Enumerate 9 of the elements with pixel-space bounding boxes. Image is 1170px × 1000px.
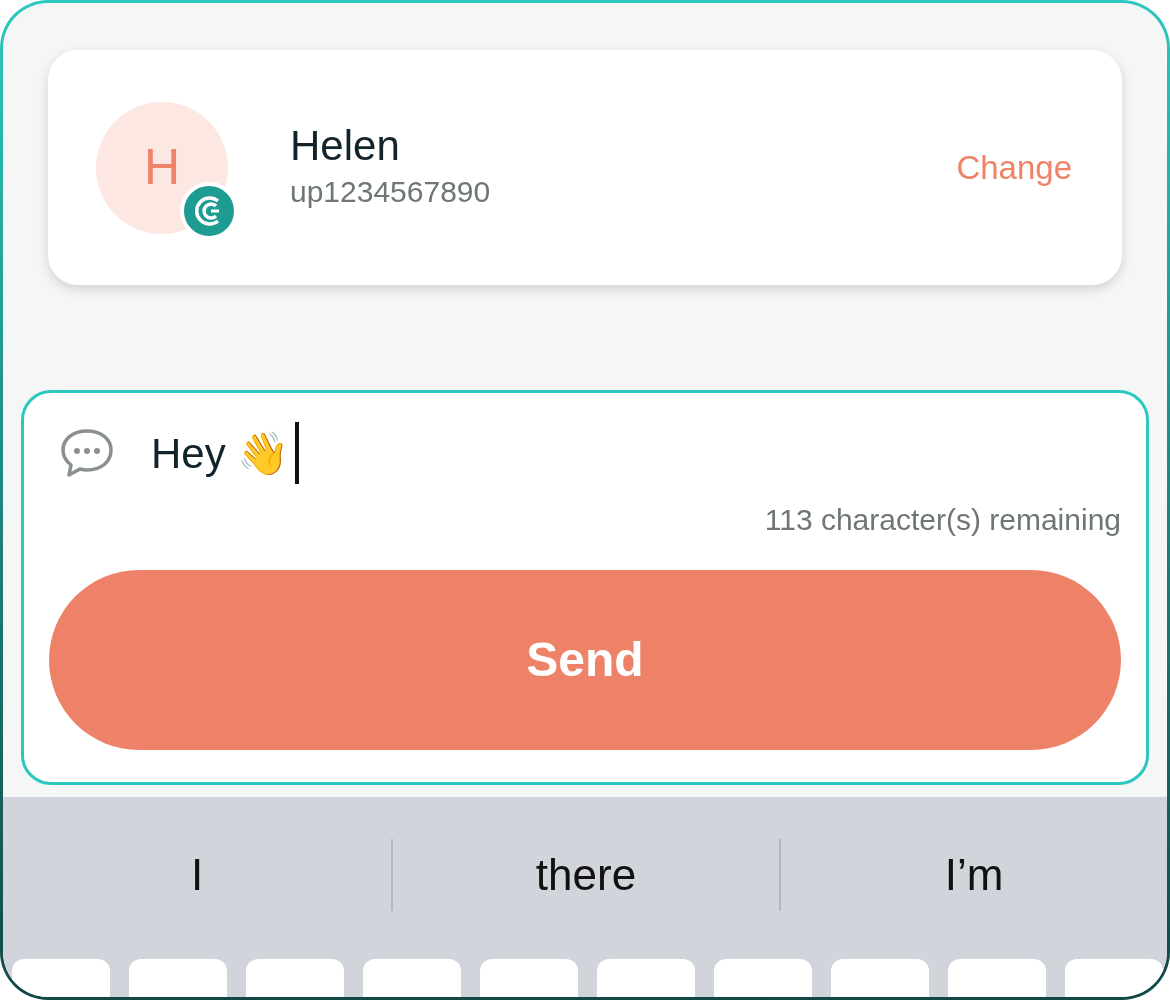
contact-name: Helen <box>290 124 401 167</box>
message-field[interactable]: Hey 👋 <box>151 423 300 483</box>
suggestion-item[interactable]: I <box>3 842 391 908</box>
suggestion-item[interactable]: I’m <box>781 842 1167 908</box>
chat-bubble-icon <box>59 427 115 479</box>
suggestion-item[interactable]: there <box>393 842 779 908</box>
character-counter: 113 character(s) remaining <box>764 502 1121 538</box>
text-caret <box>295 422 300 484</box>
contact-handle: up1234567890 <box>290 173 492 210</box>
